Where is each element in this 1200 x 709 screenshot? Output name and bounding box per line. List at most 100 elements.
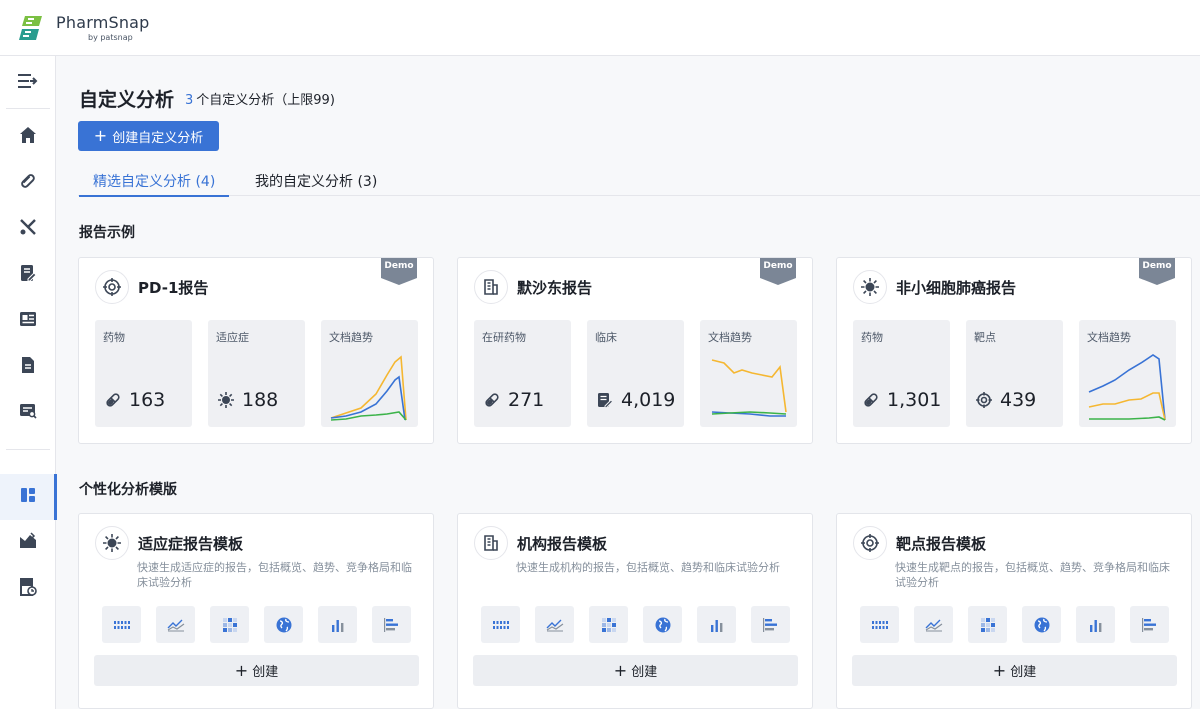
stat-label: 药物 <box>103 329 125 345</box>
stat-value: 4,019 <box>621 389 675 411</box>
plus-icon: + <box>235 663 248 679</box>
heatmap-widget-icon <box>210 606 249 643</box>
app-subtitle: by patsnap <box>88 33 150 42</box>
template-widget-icons <box>102 606 426 643</box>
image-chart-icon <box>19 532 37 554</box>
sidebar-item-news[interactable] <box>0 298 56 344</box>
main-content: 自定义分析 3个自定义分析（上限99) + 创建自定义分析 精选自定义分析 (4… <box>57 57 1200 709</box>
create-template-button[interactable]: + 创建 <box>852 655 1177 686</box>
report-title: 非小细胞肺癌报告 <box>896 277 1016 298</box>
report-card[interactable]: 非小细胞肺癌报告 Demo 药物 1,301 靶点 439 文档趋势 <box>836 257 1192 444</box>
virus-icon <box>95 526 129 560</box>
horizontal-bar-widget-icon <box>372 606 411 643</box>
bar-chart-widget-icon <box>697 606 736 643</box>
report-card[interactable]: 默沙东报告 Demo 在研药物 271 临床 4,019 文档趋势 <box>457 257 813 444</box>
analysis-count: 3个自定义分析（上限99) <box>185 89 335 108</box>
template-description: 快速生成适应症的报告，包括概览、趋势、竞争格局和临床试验分析 <box>137 560 422 590</box>
globe-map-widget-icon <box>643 606 682 643</box>
template-widget-icons <box>860 606 1184 643</box>
stat-tile[interactable]: 适应症 188 <box>208 320 305 427</box>
stat-label: 靶点 <box>974 329 996 345</box>
pill-icon <box>863 392 879 408</box>
create-template-label: 创建 <box>1010 661 1036 680</box>
news-icon <box>19 310 37 332</box>
line-chart-widget-icon <box>156 606 195 643</box>
analysis-count-number: 3 <box>185 93 193 108</box>
stat-tile[interactable]: 在研药物 271 <box>474 320 571 427</box>
sidebar-item-history[interactable] <box>0 566 56 612</box>
stat-tile[interactable]: 靶点 439 <box>966 320 1063 427</box>
line-chart-widget-icon <box>914 606 953 643</box>
report-title: PD-1报告 <box>138 277 208 298</box>
sidebar-item-search-report[interactable] <box>0 390 56 436</box>
stat-tile[interactable]: 药物 1,301 <box>853 320 950 427</box>
sidebar-divider <box>6 108 50 109</box>
globe-map-widget-icon <box>264 606 303 643</box>
report-search-icon <box>19 402 37 424</box>
virus-icon <box>853 270 887 304</box>
stat-value: 188 <box>242 389 278 411</box>
report-card[interactable]: PD-1报告 Demo 药物 163 适应症 188 文档趋势 <box>78 257 434 444</box>
sidebar-item-clinical[interactable] <box>0 252 56 298</box>
stat-tile[interactable]: 临床 4,019 <box>587 320 684 427</box>
stat-label: 临床 <box>595 329 617 345</box>
grid-widget-icon <box>102 606 141 643</box>
scissors-icon <box>19 218 37 240</box>
sidebar-item-drugs[interactable] <box>0 160 56 206</box>
pill-icon <box>19 172 37 194</box>
create-template-button[interactable]: + 创建 <box>94 655 419 686</box>
sidebar-item-custom-analysis[interactable] <box>0 474 56 520</box>
line-chart-widget-icon <box>535 606 574 643</box>
target-icon <box>853 526 887 560</box>
bar-chart-widget-icon <box>318 606 357 643</box>
analysis-tabs: 精选自定义分析 (4) 我的自定义分析 (3) <box>78 165 1200 196</box>
trend-chart[interactable]: 文档趋势 <box>700 320 797 427</box>
globe-map-widget-icon <box>1022 606 1061 643</box>
template-card[interactable]: 适应症报告模板 快速生成适应症的报告，包括概览、趋势、竞争格局和临床试验分析 +… <box>78 513 434 709</box>
create-template-button[interactable]: + 创建 <box>473 655 798 686</box>
stat-label: 适应症 <box>216 329 249 345</box>
tab-featured[interactable]: 精选自定义分析 (4) <box>93 171 215 196</box>
plus-icon: + <box>993 663 1006 679</box>
section-title-examples: 报告示例 <box>79 222 135 242</box>
demo-badge: Demo <box>381 258 417 285</box>
stat-value: 271 <box>508 389 544 411</box>
stat-label: 药物 <box>861 329 883 345</box>
top-bar: PharmSnap by patsnap <box>0 0 1200 56</box>
app-logo[interactable]: PharmSnap by patsnap <box>16 13 150 42</box>
virus-icon <box>218 392 234 408</box>
app-name: PharmSnap <box>56 13 150 32</box>
page-title: 自定义分析 <box>79 85 174 112</box>
dashboard-icon <box>19 486 37 508</box>
create-custom-analysis-button[interactable]: + 创建自定义分析 <box>78 121 219 151</box>
bar-chart-widget-icon <box>1076 606 1115 643</box>
target-icon <box>976 392 992 408</box>
clinical-doc-icon <box>19 264 37 286</box>
trend-chart[interactable]: 文档趋势 <box>321 320 418 427</box>
demo-badge-label: Demo <box>381 261 417 271</box>
pill-icon <box>105 392 121 408</box>
template-title: 靶点报告模板 <box>896 533 986 554</box>
trend-chart[interactable]: 文档趋势 <box>1079 320 1176 427</box>
home-icon <box>19 126 37 148</box>
horizontal-bar-widget-icon <box>751 606 790 643</box>
sidebar-item-targets[interactable] <box>0 206 56 252</box>
heatmap-widget-icon <box>589 606 628 643</box>
sidebar <box>0 56 56 709</box>
plus-icon: + <box>614 663 627 679</box>
clinical-doc-icon <box>597 392 613 408</box>
demo-badge-label: Demo <box>760 261 796 271</box>
sidebar-toggle[interactable] <box>0 60 56 106</box>
demo-badge-label: Demo <box>1139 261 1175 271</box>
sidebar-item-home[interactable] <box>0 114 56 160</box>
template-card[interactable]: 靶点报告模板 快速生成靶点的报告，包括概览、趋势、竞争格局和临床试验分析 + 创… <box>836 513 1192 709</box>
analysis-count-text: 个自定义分析（上限99) <box>196 93 335 108</box>
grid-widget-icon <box>481 606 520 643</box>
stat-tile[interactable]: 药物 163 <box>95 320 192 427</box>
sidebar-item-trends[interactable] <box>0 520 56 566</box>
tab-mine[interactable]: 我的自定义分析 (3) <box>255 171 377 196</box>
report-title: 默沙东报告 <box>517 277 592 298</box>
building-icon <box>474 526 508 560</box>
template-card[interactable]: 机构报告模板 快速生成机构的报告，包括概览、趋势和临床试验分析 + 创建 <box>457 513 813 709</box>
sidebar-item-documents[interactable] <box>0 344 56 390</box>
